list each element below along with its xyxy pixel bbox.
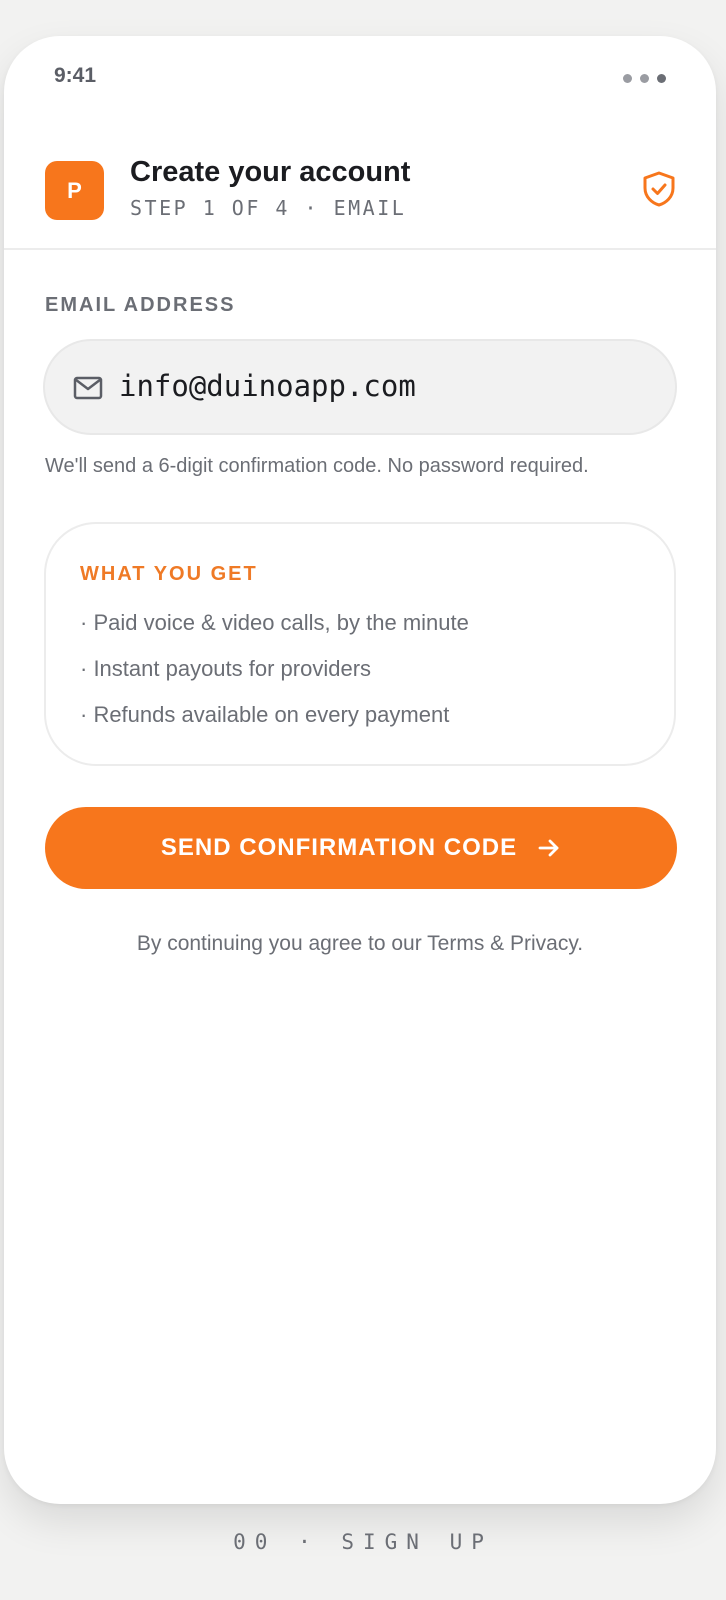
- shield-check-icon: [643, 171, 675, 207]
- email-input-value[interactable]: info@duinoapp.com: [119, 369, 416, 403]
- step-indicator: STEP 1 OF 4 · EMAIL: [130, 196, 407, 220]
- send-code-label: SEND CONFIRMATION CODE: [160, 834, 518, 861]
- app-logo: P: [45, 161, 104, 220]
- phone-screen: 9:41 P Create your account STEP 1 OF 4 ·…: [4, 36, 716, 1504]
- terms-text: By continuing you agree to our Terms & P…: [136, 932, 584, 955]
- send-code-button[interactable]: SEND CONFIRMATION CODE: [45, 807, 677, 889]
- email-label: EMAIL ADDRESS: [45, 294, 236, 316]
- benefit-item: · Refunds available on every payment: [80, 702, 450, 727]
- arrow-right-icon: [538, 839, 559, 857]
- benefit-item: · Instant payouts for providers: [80, 656, 372, 681]
- email-field[interactable]: info@duinoapp.com: [43, 339, 677, 435]
- benefit-item: · Paid voice & video calls, by the minut…: [80, 610, 469, 635]
- screen-caption: 00 · SIGN UP: [233, 1530, 493, 1554]
- page-title: Create your account: [130, 156, 411, 188]
- benefits-card: WHAT YOU GET · Paid voice & video calls,…: [44, 522, 676, 766]
- mail-icon: [73, 376, 103, 400]
- benefits-title: WHAT YOU GET: [80, 563, 258, 585]
- header: P Create your account STEP 1 OF 4 · EMAI…: [4, 122, 716, 250]
- email-hint: We'll send a 6-digit confirmation code. …: [45, 455, 589, 477]
- more-dots-icon: [623, 74, 666, 83]
- status-time: 9:41: [54, 64, 97, 87]
